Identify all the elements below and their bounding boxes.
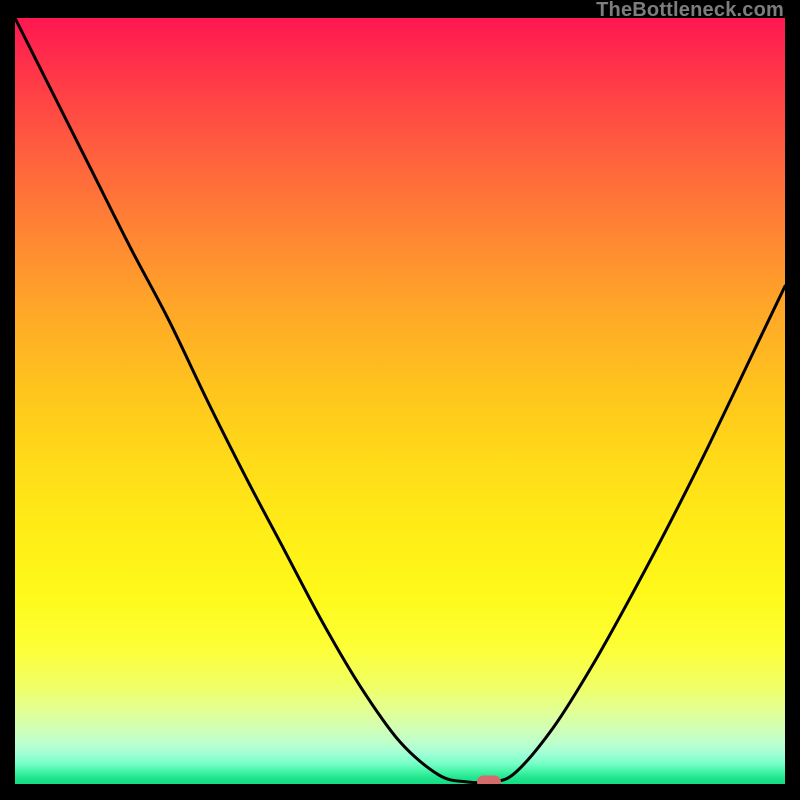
optimal-point-marker [477, 775, 501, 784]
chart-frame: TheBottleneck.com [0, 0, 800, 800]
bottleneck-curve [15, 18, 785, 784]
plot-area [15, 18, 785, 784]
